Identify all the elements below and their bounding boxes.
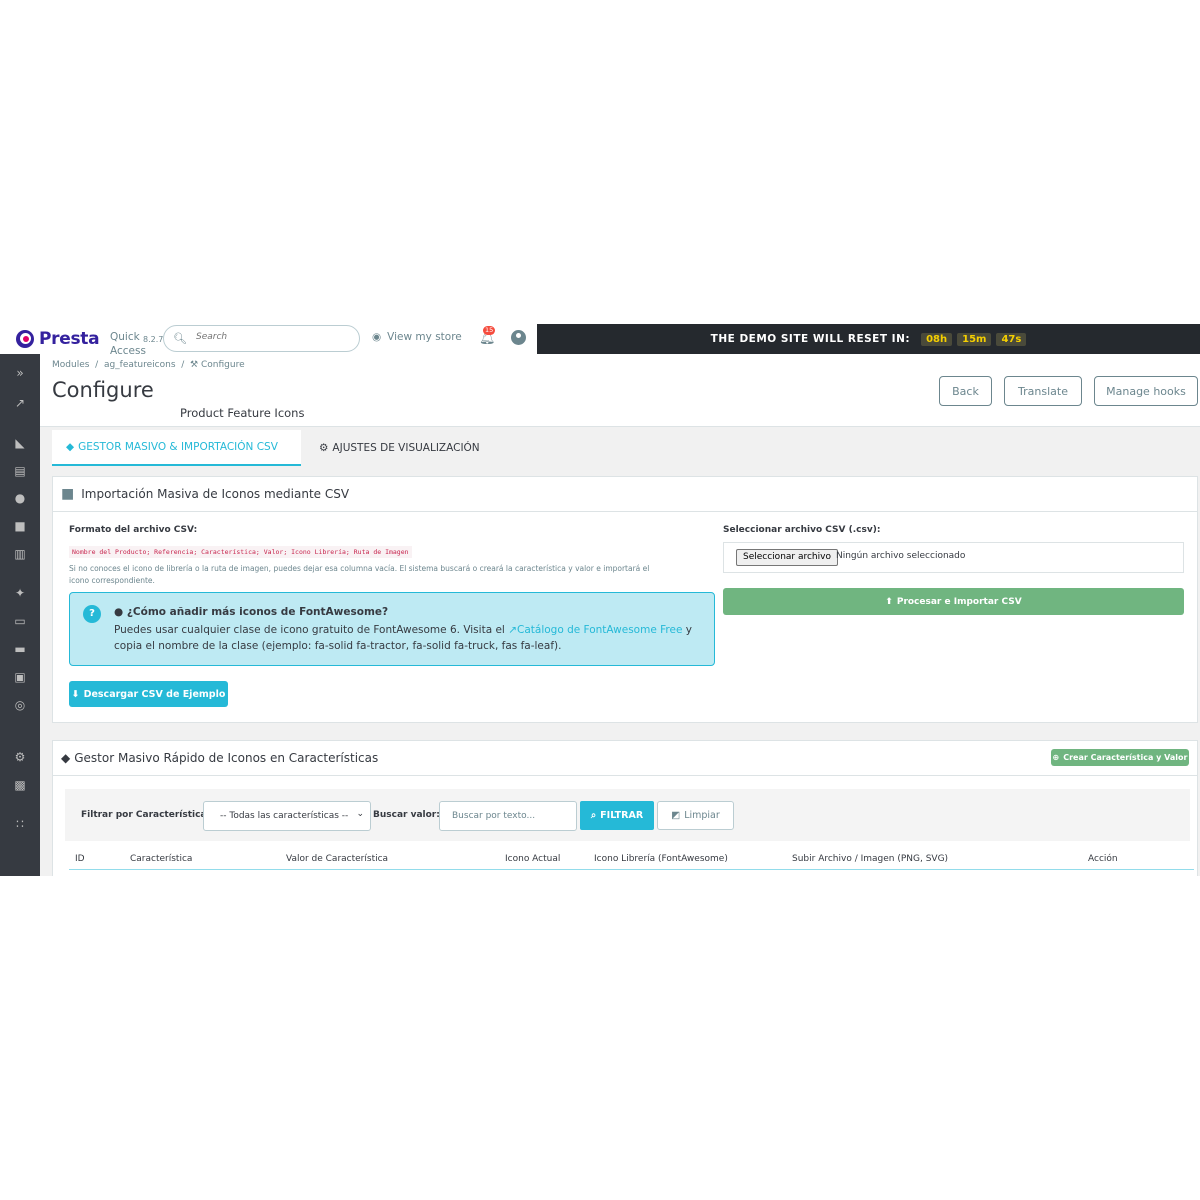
back-button[interactable]: Back	[939, 376, 992, 406]
search-value-label: Buscar valor:	[373, 810, 440, 820]
international-icon[interactable]: ◎	[12, 697, 28, 713]
notifications-button[interactable]: 🔔︎ 15	[479, 326, 496, 346]
advanced-icon[interactable]: ▩	[12, 777, 28, 793]
timer-seconds: 47s	[996, 332, 1027, 346]
file-icon: ■	[61, 486, 75, 502]
timer-minutes: 15m	[957, 332, 992, 346]
view-store-label: View my store	[387, 331, 462, 343]
notifications-badge: 15	[483, 326, 496, 335]
download-sample-button[interactable]: ⬇ Descargar CSV de Ejemplo	[69, 681, 228, 707]
format-label: Formato del archivo CSV:	[69, 525, 198, 535]
eye-icon: ◉	[372, 331, 382, 343]
choose-file-button[interactable]: Seleccionar archivo	[736, 549, 838, 566]
sidebar: » ↗ ◣ ▤ ● ■ ▥ ✦ ▭ ▬ ▣ ◎ ⚙ ▩ ∷	[0, 354, 40, 876]
csv-import-title: Importación Masiva de Iconos mediante CS…	[81, 487, 350, 501]
process-import-button[interactable]: ⬆ Procesar e Importar CSV	[723, 588, 1184, 615]
header-search: 🔍︎	[163, 325, 360, 352]
col-feature[interactable]: Característica	[130, 854, 192, 864]
bulk-manager-header: ◆ Gestor Masivo Rápido de Iconos en Cara…	[53, 741, 1197, 776]
format-help-text: Si no conoces el icono de librería o la …	[69, 564, 650, 585]
col-id[interactable]: ID	[75, 854, 85, 864]
feature-filter-select[interactable]: -- Todas las características -- ⌄	[203, 801, 371, 831]
page-title: Configure	[52, 378, 154, 402]
page-header: Modules / ag_featureicons / ⚒ Configure …	[40, 354, 1200, 427]
translate-button[interactable]: Translate	[1004, 376, 1082, 406]
prestashop-logo[interactable]: Presta	[16, 329, 100, 349]
search-input[interactable]	[194, 331, 348, 343]
page-subtitle: Product Feature Icons	[180, 406, 305, 420]
top-header: Presta Quick Access 8.2.7 🔍︎ ◉ View my s…	[0, 324, 1200, 357]
payment-icon[interactable]: ▣	[12, 669, 28, 685]
col-upload[interactable]: Subir Archivo / Imagen (PNG, SVG)	[792, 854, 948, 864]
table-header-divider	[69, 869, 1194, 870]
download-icon: ⬇	[71, 688, 80, 700]
plus-circle-icon: ⊕	[1052, 753, 1060, 762]
tab-display-settings[interactable]: ⚙ AJUSTES DE VISUALIZACIÓN	[305, 430, 494, 466]
alert-body: Puedes usar cualquier clase de icono gra…	[114, 624, 692, 652]
demo-reset-label: THE DEMO SITE WILL RESET IN:	[710, 333, 911, 345]
wrench-icon: ⚒	[190, 360, 199, 370]
col-action[interactable]: Acción	[1088, 854, 1118, 864]
csv-import-header: ■ Importación Masiva de Iconos mediante …	[53, 477, 1197, 512]
question-icon: ?	[83, 605, 101, 623]
file-label: Seleccionar archivo CSV (.csv):	[723, 525, 881, 535]
bulk-manager-panel: ◆ Gestor Masivo Rápido de Iconos en Cara…	[52, 740, 1198, 876]
stats-icon[interactable]: ▥	[12, 546, 28, 562]
filter-button[interactable]: ⌕ FILTRAR	[580, 801, 654, 830]
filter-feature-label: Filtrar por Característica:	[81, 810, 211, 820]
design-icon[interactable]: ▭	[12, 613, 28, 629]
value-search-input[interactable]: Buscar por texto...	[439, 801, 577, 831]
logo-icon	[16, 330, 34, 348]
module-tabs: ◆ GESTOR MASIVO & IMPORTACIÓN CSV ⚙ AJUS…	[52, 430, 1200, 474]
orders-icon[interactable]: ◣	[12, 435, 28, 451]
chevron-down-icon: ⌄	[356, 809, 364, 819]
tags-icon: ◆	[61, 751, 71, 765]
col-value[interactable]: Valor de Característica	[286, 854, 388, 864]
eraser-icon: ◩	[671, 810, 681, 821]
settings-icon[interactable]: ⚙	[12, 749, 28, 765]
view-store-link[interactable]: ◉ View my store	[372, 331, 462, 343]
catalog-icon[interactable]: ▤	[12, 463, 28, 479]
screenshot-area: Presta Quick Access 8.2.7 🔍︎ ◉ View my s…	[0, 324, 1200, 876]
customers-icon[interactable]: ●	[12, 490, 28, 506]
tab-bulk-import[interactable]: ◆ GESTOR MASIVO & IMPORTACIÓN CSV	[52, 430, 301, 466]
breadcrumb-modules[interactable]: Modules	[52, 360, 89, 370]
fontawesome-info-alert: ? ● ¿Cómo añadir más iconos de FontAweso…	[69, 592, 715, 666]
breadcrumb-module[interactable]: ag_featureicons	[104, 360, 176, 370]
breadcrumb: Modules / ag_featureicons / ⚒ Configure	[52, 360, 245, 370]
external-link-icon: ↗	[508, 624, 517, 636]
logo-text: Presta	[39, 329, 100, 349]
col-current-icon[interactable]: Icono Actual	[505, 854, 560, 864]
col-library-icon[interactable]: Icono Librería (FontAwesome)	[594, 854, 728, 864]
filter-bar: Filtrar por Característica: -- Todas las…	[65, 789, 1190, 841]
csv-file-input[interactable]: Seleccionar archivo Ningún archivo selec…	[723, 542, 1184, 573]
bulk-manager-title: Gestor Masivo Rápido de Iconos en Caract…	[74, 751, 379, 765]
cogs-icon: ⚙	[319, 442, 329, 454]
demo-reset-banner: THE DEMO SITE WILL RESET IN: 08h 15m 47s	[537, 324, 1200, 354]
clear-button[interactable]: ◩ Limpiar	[657, 801, 734, 830]
shipping-icon[interactable]: ▬	[12, 641, 28, 657]
user-avatar-icon[interactable]	[511, 330, 526, 345]
csv-import-panel: ■ Importación Masiva de Iconos mediante …	[52, 476, 1198, 723]
team-icon[interactable]: ∷	[12, 816, 28, 832]
manage-hooks-button[interactable]: Manage hooks	[1094, 376, 1198, 406]
modules-icon[interactable]: ✦	[12, 585, 28, 601]
search-icon[interactable]: 🔍︎	[173, 332, 187, 345]
file-status: Ningún archivo seleccionado	[836, 551, 966, 561]
create-feature-button[interactable]: ⊕ Crear Característica y Valor	[1051, 749, 1189, 766]
upload-icon: ⬆	[885, 596, 893, 607]
timer-hours: 08h	[921, 332, 953, 346]
tags-icon: ◆	[66, 441, 75, 453]
info-icon: ●	[114, 606, 124, 618]
fontawesome-catalog-link[interactable]: Catálogo de FontAwesome Free	[517, 624, 682, 636]
breadcrumb-configure: Configure	[200, 360, 245, 370]
search-icon: ⌕	[590, 810, 597, 821]
alert-title: ● ¿Cómo añadir más iconos de FontAwesome…	[114, 606, 389, 618]
dashboard-icon[interactable]: ↗	[12, 395, 28, 411]
version-label: 8.2.7	[143, 335, 164, 344]
format-code: Nombre del Producto; Referencia; Caracte…	[69, 546, 412, 558]
expand-icon[interactable]: »	[12, 365, 28, 381]
messages-icon[interactable]: ■	[12, 518, 28, 534]
